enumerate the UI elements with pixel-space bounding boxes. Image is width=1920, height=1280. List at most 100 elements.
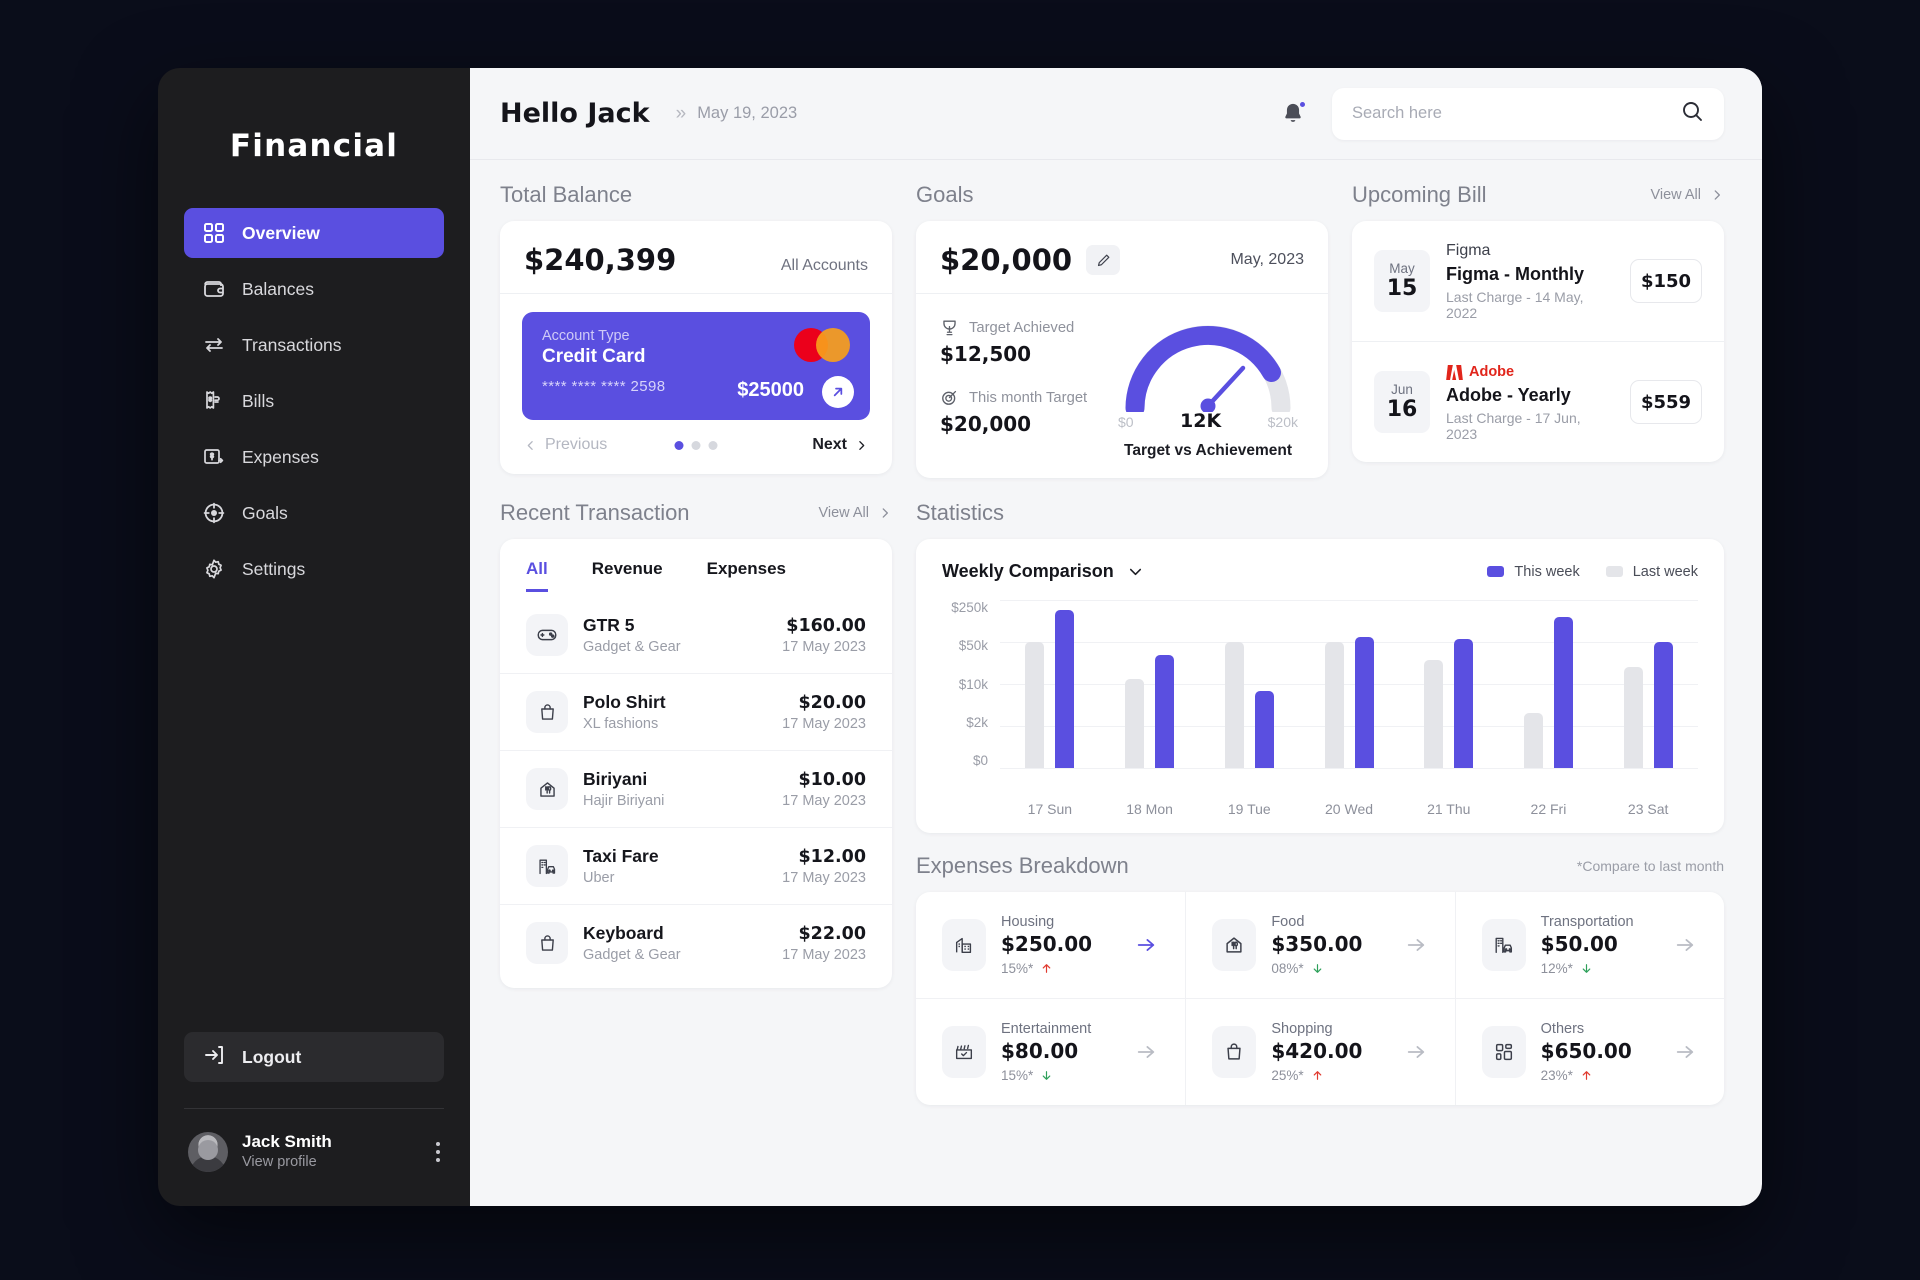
chart-bar[interactable]: [1025, 642, 1045, 768]
transaction-date: 17 May 2023: [782, 869, 866, 886]
x-tick: 20 Wed: [1325, 801, 1374, 817]
chart-bar[interactable]: [1224, 642, 1244, 768]
chart-bar[interactable]: [1553, 616, 1573, 768]
chart-bar[interactable]: [1354, 636, 1374, 768]
tab-revenue[interactable]: Revenue: [592, 559, 663, 592]
tab-expenses[interactable]: Expenses: [707, 559, 786, 592]
chart-bar[interactable]: [1424, 660, 1444, 768]
chevron-down-icon[interactable]: [1126, 562, 1145, 581]
gauge-max: $20k: [1267, 414, 1298, 430]
profile-menu-icon[interactable]: [436, 1141, 440, 1162]
credit-card[interactable]: Account Type Credit Card **** **** **** …: [522, 312, 870, 420]
view-all-label: View All: [818, 505, 869, 521]
profile-block[interactable]: Jack Smith View profile: [158, 1109, 470, 1206]
recent-transaction-view-all[interactable]: View All: [818, 505, 892, 521]
table-row[interactable]: Keyboard Gadget & Gear $22.00 17 May 202…: [500, 904, 892, 988]
table-row[interactable]: Biriyani Hajir Biriyani $10.00 17 May 20…: [500, 750, 892, 827]
expense-detail-arrow-icon[interactable]: [1672, 934, 1698, 956]
bill-price[interactable]: $150: [1630, 259, 1702, 303]
logout-button[interactable]: Logout: [184, 1032, 444, 1083]
chevron-right-icon: [882, 508, 888, 518]
arrow-down-icon: [1582, 964, 1591, 973]
transaction-info: GTR 5 Gadget & Gear: [583, 615, 767, 655]
search-input[interactable]: [1352, 104, 1680, 123]
bill-last-charge: Last Charge - 17 Jun, 2023: [1446, 410, 1581, 442]
goals-stats: Target Achieved $12,500 This month Targe…: [940, 312, 1112, 460]
expense-detail-arrow-icon[interactable]: [1672, 1041, 1698, 1063]
expense-label: Transportation: [1540, 914, 1634, 930]
bill-price[interactable]: $559: [1630, 380, 1702, 424]
transaction-date: 17 May 2023: [782, 638, 866, 655]
profile-subtitle: View profile: [242, 1154, 317, 1171]
chart-bar[interactable]: [1155, 655, 1175, 768]
chart-bar[interactable]: [1324, 642, 1344, 768]
chart-bar[interactable]: [1055, 610, 1075, 768]
sidebar-item-bills[interactable]: Bills: [184, 376, 444, 426]
chart-bar[interactable]: [1523, 712, 1543, 768]
notification-bell-icon[interactable]: [1280, 99, 1307, 127]
expense-detail-arrow-icon[interactable]: [1403, 1041, 1429, 1063]
expense-percent: 12%*: [1540, 961, 1573, 976]
expense-info: Housing $250.00 15%*: [1001, 914, 1118, 976]
list-item[interactable]: Shopping $420.00 25%*: [1185, 999, 1454, 1105]
list-item[interactable]: Housing $250.00 15%*: [916, 892, 1186, 999]
tab-all[interactable]: All: [526, 559, 548, 592]
bill-row[interactable]: May 15 Figma Figma - Monthly Last Charge…: [1352, 221, 1724, 341]
sidebar-item-label: Transactions: [242, 334, 342, 355]
bill-last-charge: Last Charge - 14 May, 2022: [1446, 289, 1584, 321]
current-date: May 19, 2023: [697, 104, 798, 122]
chart-bar[interactable]: [1653, 642, 1673, 768]
sidebar-item-settings[interactable]: Settings: [184, 544, 444, 594]
logout-label: Logout: [242, 1046, 302, 1067]
table-row[interactable]: Taxi Fare Uber $12.00 17 May 2023: [500, 827, 892, 904]
chart-dropdown-label[interactable]: Weekly Comparison: [942, 561, 1114, 582]
goals-section: Goals $20,000 May, 2023 Target Achieved …: [916, 182, 1328, 478]
next-button[interactable]: Next: [812, 436, 868, 454]
all-accounts-label[interactable]: All Accounts: [781, 257, 868, 275]
expense-detail-arrow-icon[interactable]: [1133, 934, 1159, 956]
previous-button[interactable]: Previous: [524, 436, 607, 454]
table-row[interactable]: Polo Shirt XL fashions $20.00 17 May 202…: [500, 673, 892, 750]
transaction-name: Taxi Fare: [583, 846, 659, 866]
y-tick: $2k: [966, 714, 988, 730]
target-achieved-label-row: Target Achieved: [940, 318, 1112, 337]
bill-row[interactable]: Jun 16 Adobe Adobe - Yearly Last Charge …: [1352, 341, 1724, 462]
search-box[interactable]: [1332, 87, 1724, 140]
list-item[interactable]: Others $650.00 23%*: [1454, 999, 1724, 1105]
expense-label: Others: [1540, 1021, 1585, 1037]
bill-day: 16: [1386, 397, 1418, 423]
sidebar-item-expenses[interactable]: Expenses: [184, 432, 444, 482]
sidebar-item-goals[interactable]: Goals: [184, 488, 444, 538]
sidebar-item-balances[interactable]: Balances: [184, 264, 444, 314]
list-item[interactable]: Entertainment $80.00 15%*: [916, 999, 1185, 1105]
card-detail-arrow-icon[interactable]: [822, 376, 854, 408]
expense-label: Housing: [1001, 914, 1055, 930]
chart-bar-group: [1000, 600, 1100, 768]
x-tick: 23 Sat: [1627, 801, 1669, 817]
sidebar-item-transactions[interactable]: Transactions: [184, 320, 444, 370]
expense-detail-arrow-icon[interactable]: [1403, 934, 1429, 956]
upcoming-bill-view-all[interactable]: View All: [1650, 187, 1724, 203]
table-row[interactable]: GTR 5 Gadget & Gear $160.00 17 May 2023: [500, 592, 892, 673]
arrow-down-icon: [1042, 1071, 1051, 1080]
search-icon[interactable]: [1680, 99, 1704, 128]
transaction-date: 17 May 2023: [782, 946, 866, 963]
list-item[interactable]: Food $350.00 08%*: [1185, 892, 1455, 999]
transaction-amount: $12.00: [798, 846, 866, 867]
sidebar-item-overview[interactable]: Overview: [184, 208, 444, 258]
chart-bar[interactable]: [1125, 678, 1145, 768]
sidebar-nav: Overview Balances Transactions Bills Exp…: [158, 208, 470, 594]
list-item[interactable]: Transportation $50.00 12%*: [1454, 892, 1724, 999]
expense-info: Others $650.00 23%*: [1541, 1021, 1657, 1083]
chart-bar[interactable]: [1254, 690, 1274, 768]
target-arrow-icon: [942, 390, 957, 405]
chart-bar[interactable]: [1623, 667, 1643, 768]
edit-goal-icon[interactable]: [1086, 245, 1121, 275]
transaction-merchant: Uber: [583, 870, 615, 886]
section-title: Recent Transaction: [500, 500, 690, 525]
chart-bar[interactable]: [1454, 638, 1474, 768]
building-icon: [942, 919, 986, 971]
carousel-dots[interactable]: [674, 440, 718, 450]
expense-detail-arrow-icon[interactable]: [1133, 1041, 1159, 1063]
bill-date: May 15: [1374, 250, 1430, 312]
